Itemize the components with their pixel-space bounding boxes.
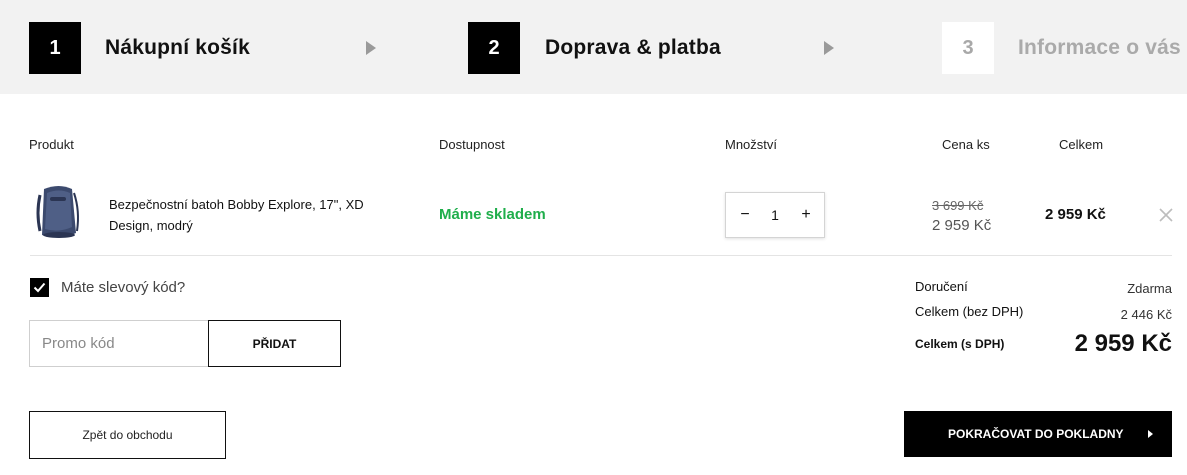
delivery-value: Zdarma bbox=[1127, 281, 1172, 296]
arrow-right-icon bbox=[1148, 430, 1153, 438]
apply-promo-button[interactable]: PŘIDAT bbox=[208, 320, 341, 367]
product-name[interactable]: Bezpečnostní batoh Bobby Explore, 17", X… bbox=[109, 194, 399, 236]
promo-code-input[interactable] bbox=[29, 320, 209, 367]
original-price: 3 699 Kč bbox=[932, 198, 984, 213]
unit-price: 2 959 Kč bbox=[932, 217, 992, 234]
step-2-title[interactable]: Doprava & platba bbox=[545, 36, 721, 60]
header-unit-price: Cena ks bbox=[942, 137, 990, 152]
header-total: Celkem bbox=[1059, 137, 1104, 152]
quantity-stepper: − 1 + bbox=[725, 192, 825, 238]
step-3-title: Informace o vás bbox=[1018, 36, 1181, 59]
grand-total-value: 2 959 Kč bbox=[1074, 330, 1172, 357]
discount-label[interactable]: Máte slevový kód? bbox=[61, 279, 185, 296]
step-3-number: 3 bbox=[942, 22, 994, 74]
remove-item-icon[interactable] bbox=[1158, 207, 1174, 223]
step-arrow-icon bbox=[824, 41, 834, 55]
step-1-title[interactable]: Nákupní košík bbox=[105, 36, 250, 60]
header-product: Produkt bbox=[29, 137, 74, 152]
delivery-label: Doručení bbox=[915, 279, 968, 294]
row-divider bbox=[30, 255, 1172, 256]
continue-to-checkout-button[interactable]: POKRAČOVAT DO POKLADNY bbox=[904, 411, 1172, 457]
step-2-number: 2 bbox=[468, 22, 520, 74]
quantity-decrease-button[interactable]: − bbox=[736, 205, 754, 225]
discount-checkbox[interactable] bbox=[30, 278, 49, 297]
checkout-steps: 1 Nákupní košík 2 Doprava & platba 3 Inf… bbox=[0, 0, 1187, 94]
header-quantity: Množství bbox=[725, 137, 778, 152]
step-arrow-icon bbox=[366, 41, 376, 55]
checkmark-icon bbox=[33, 282, 46, 293]
quantity-increase-button[interactable]: + bbox=[797, 205, 815, 225]
product-image[interactable] bbox=[30, 183, 88, 243]
net-total-value: 2 446 Kč bbox=[1120, 307, 1172, 322]
line-total: 2 959 Kč bbox=[1045, 206, 1106, 223]
grand-total-label: Celkem (s DPH) bbox=[915, 337, 1005, 351]
net-total-label: Celkem (bez DPH) bbox=[915, 304, 1024, 319]
quantity-value[interactable]: 1 bbox=[762, 205, 788, 225]
checkout-button-label: POKRAČOVAT DO POKLADNY bbox=[948, 427, 1124, 441]
step-1-number: 1 bbox=[29, 22, 81, 74]
availability-status: Máme skladem bbox=[439, 206, 546, 223]
back-to-shop-button[interactable]: Zpět do obchodu bbox=[29, 411, 226, 459]
header-availability: Dostupnost bbox=[439, 137, 505, 152]
